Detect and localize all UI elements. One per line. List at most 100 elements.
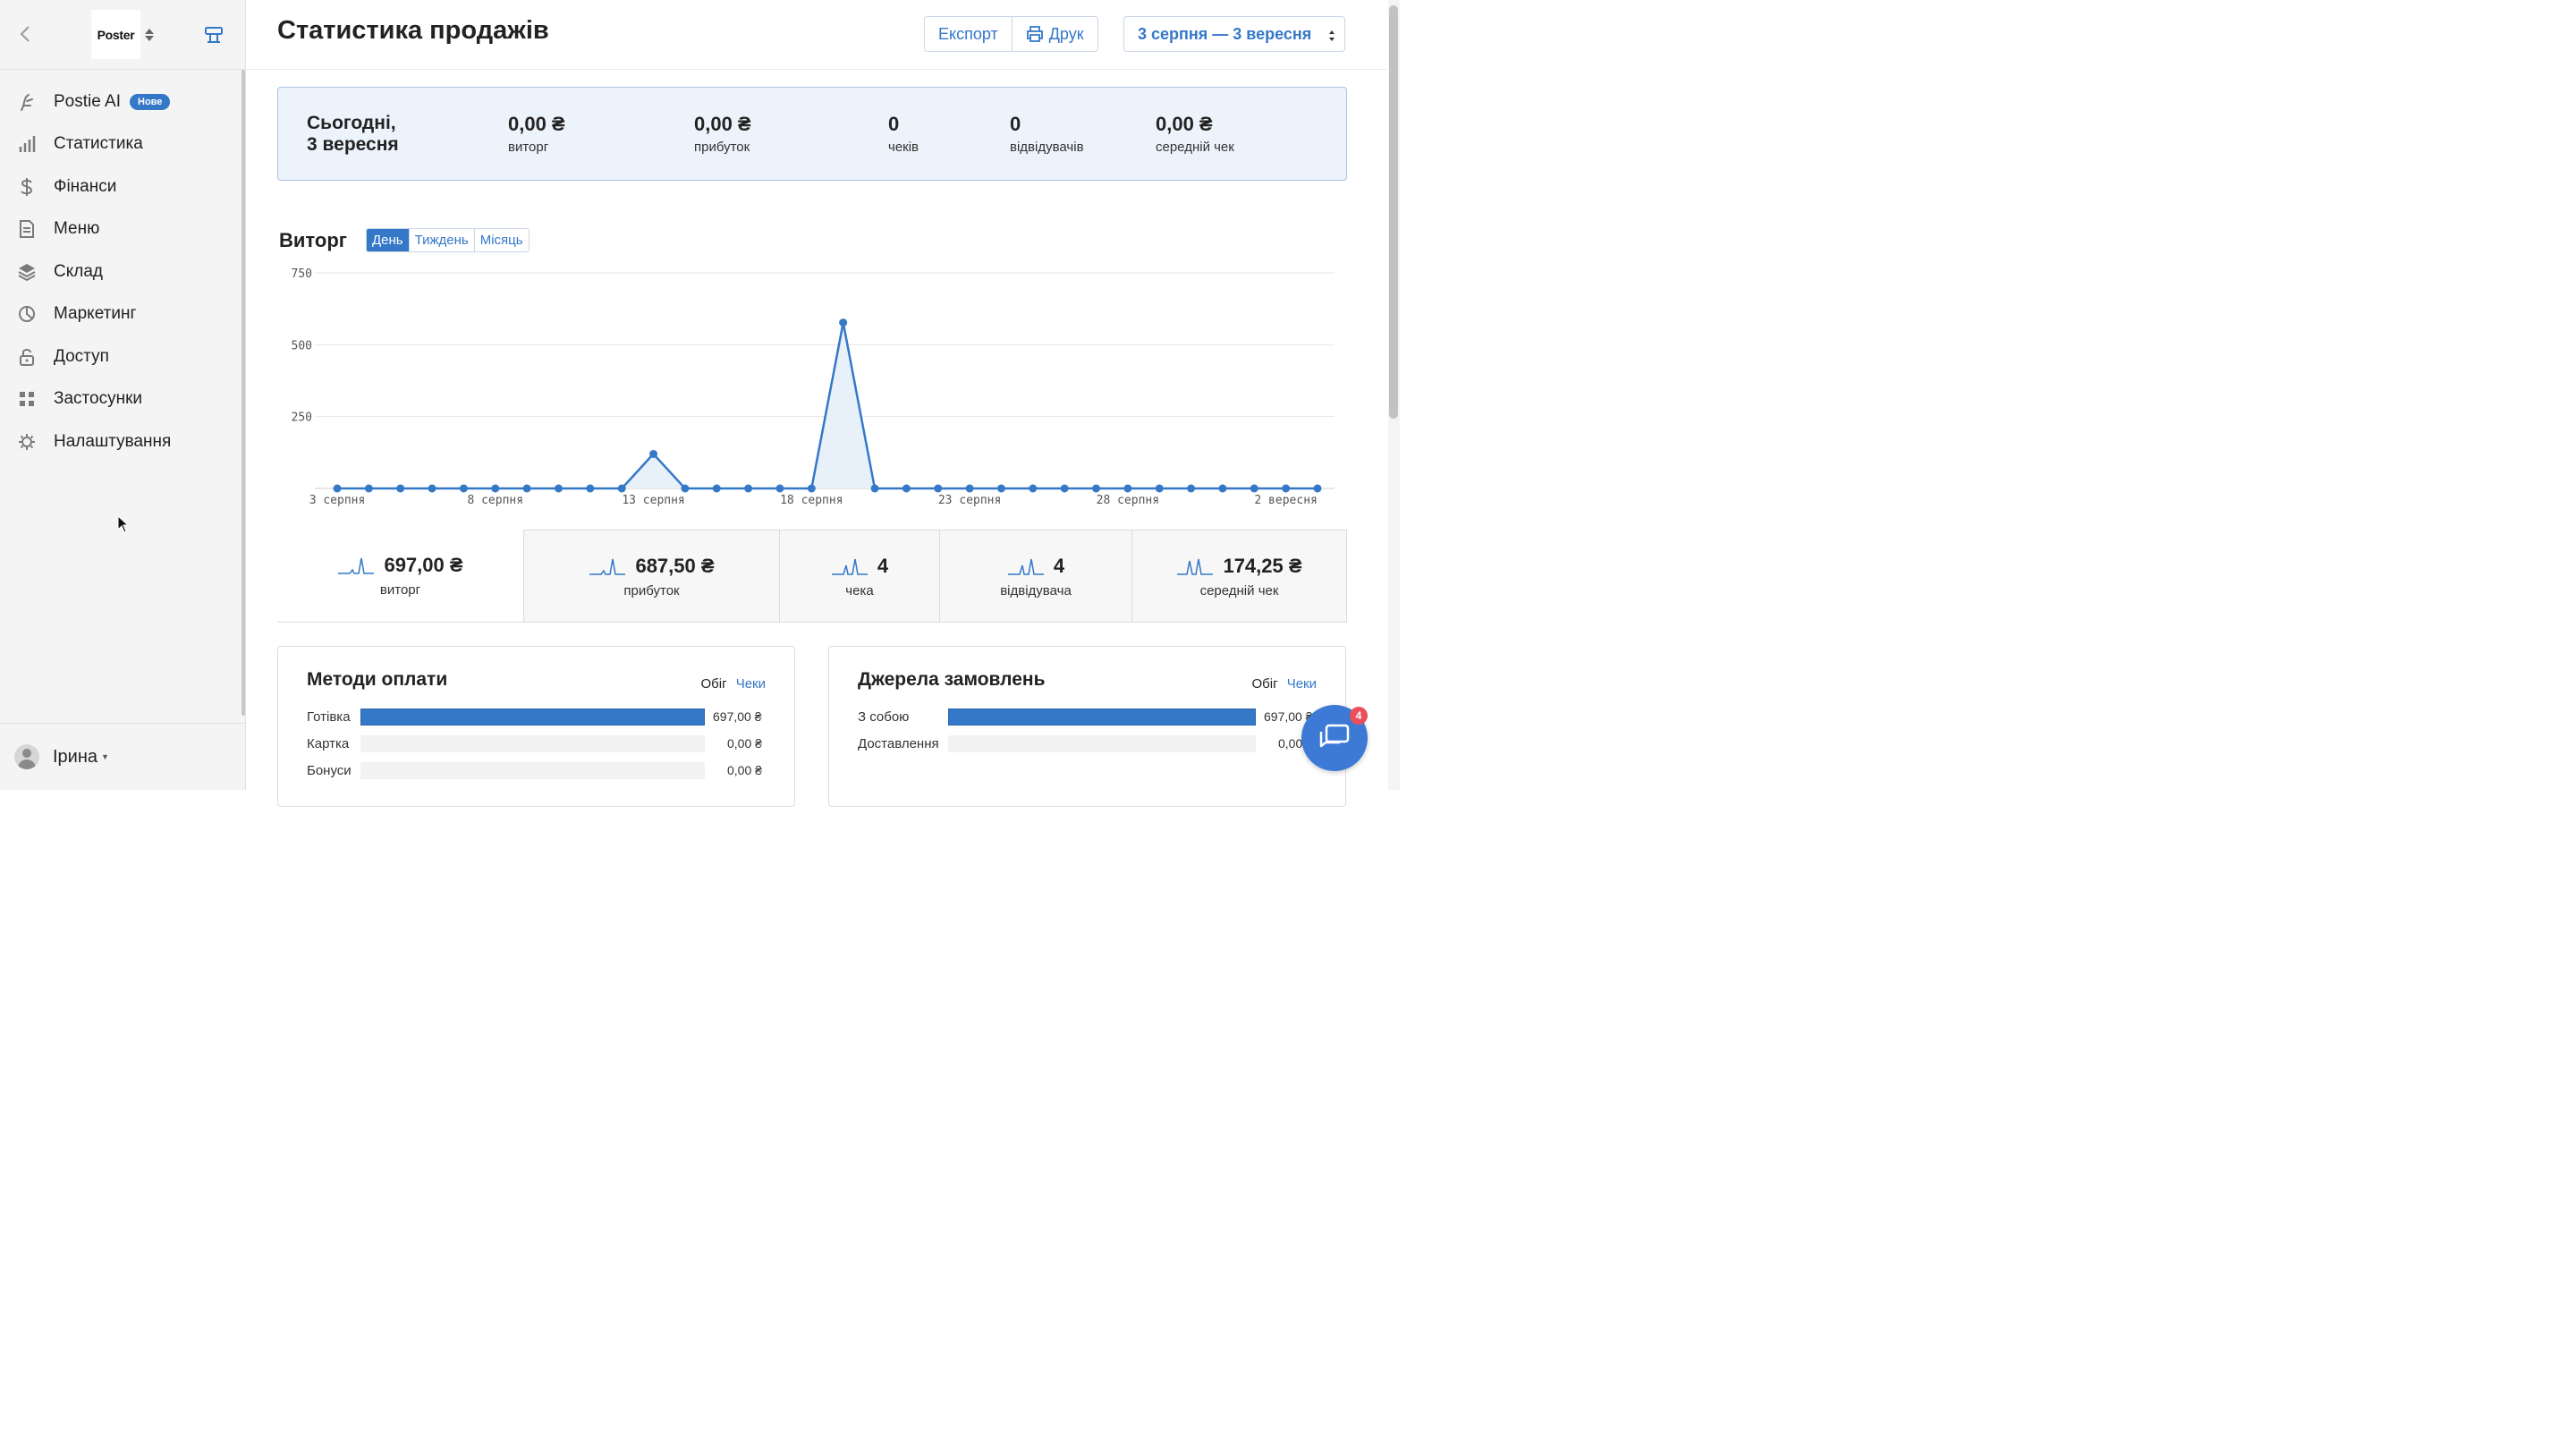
stat-value: 0,00 ₴ bbox=[1156, 113, 1213, 135]
data-point bbox=[1123, 484, 1132, 493]
switcher-arrows-icon[interactable] bbox=[144, 27, 155, 43]
export-button[interactable]: Експорт bbox=[925, 17, 1012, 51]
date-range-picker[interactable]: 3 серпня — 3 вересня bbox=[1123, 16, 1345, 52]
sidebar-item-label: Налаштування bbox=[54, 431, 172, 451]
row-name: Готівка bbox=[307, 709, 351, 725]
main-content: Статистика продажів Експорт Друк 3 серпн… bbox=[247, 0, 1386, 807]
sidebar-item-menu[interactable]: Меню bbox=[0, 208, 242, 251]
layers-icon bbox=[18, 262, 36, 282]
page-scrollbar[interactable] bbox=[1388, 0, 1400, 790]
data-point bbox=[902, 484, 911, 493]
tab-turnover[interactable]: Обіг bbox=[1251, 676, 1277, 692]
bar-fill bbox=[360, 708, 705, 726]
user-menu[interactable]: Ірина ▼ bbox=[0, 723, 246, 790]
panel-tabs: Обіг Чеки bbox=[700, 676, 766, 692]
today-title: Сьогодні, 3 вересня bbox=[307, 113, 399, 156]
tab-week[interactable]: Тиждень bbox=[408, 229, 474, 251]
gear-icon bbox=[18, 432, 36, 452]
summary-avg-check[interactable]: 174,25 ₴ середній чек bbox=[1132, 530, 1347, 623]
tab-checks[interactable]: Чеки bbox=[1287, 676, 1317, 692]
sidebar-scrollbar[interactable] bbox=[242, 70, 245, 716]
sidebar-item-apps[interactable]: Застосунки bbox=[0, 378, 242, 421]
sidebar-item-access[interactable]: Доступ bbox=[0, 335, 242, 378]
summary-value: 697,00 ₴ bbox=[384, 554, 463, 576]
data-point bbox=[554, 484, 563, 493]
summary-checks[interactable]: 4 чека bbox=[780, 530, 940, 623]
sidebar-item-label: Маркетинг bbox=[54, 304, 137, 324]
today-title-line1: Сьогодні, bbox=[307, 113, 396, 133]
caret-down-icon: ▼ bbox=[101, 752, 109, 761]
today-profit: 0,00 ₴ прибуток bbox=[694, 113, 751, 155]
period-toggle: День Тиждень Місяць bbox=[366, 228, 530, 252]
data-point bbox=[681, 484, 690, 493]
data-point bbox=[364, 484, 373, 493]
row-name: Бонуси bbox=[307, 762, 352, 778]
logo[interactable]: Poster bbox=[91, 10, 140, 59]
x-tick-label: 2 вересня bbox=[1254, 494, 1317, 507]
sparkline-icon bbox=[1007, 558, 1044, 575]
data-point bbox=[459, 484, 468, 493]
revenue-chart: 750 500 250 3 серпня 8 серпня 13 серпня 18 сер… bbox=[292, 267, 1335, 507]
data-point bbox=[1250, 484, 1258, 493]
summary-label: виторг bbox=[379, 582, 421, 598]
today-visitors: 0 відвідувачів bbox=[1010, 113, 1084, 155]
summary-label: чека bbox=[845, 582, 874, 598]
data-point bbox=[839, 318, 848, 327]
data-point bbox=[1282, 484, 1291, 493]
tab-checks[interactable]: Чеки bbox=[736, 676, 766, 692]
row-amount: 0,00 ₴ bbox=[727, 763, 762, 777]
sidebar-item-marketing[interactable]: Маркетинг bbox=[0, 293, 242, 336]
tab-month[interactable]: Місяць bbox=[473, 229, 529, 251]
bar-fill bbox=[948, 708, 1256, 726]
y-tick-label: 750 bbox=[292, 267, 312, 281]
sidebar: Poster Postie AI Нове Статистика Фінанси… bbox=[0, 0, 246, 790]
new-badge: Нове bbox=[130, 93, 171, 110]
data-point bbox=[1187, 484, 1196, 493]
summary-visitors[interactable]: 4 відвідувача bbox=[940, 530, 1132, 623]
data-point bbox=[586, 484, 595, 493]
stat-label: відвідувачів bbox=[1010, 140, 1084, 155]
grid-icon bbox=[18, 389, 36, 409]
sidebar-item-warehouse[interactable]: Склад bbox=[0, 250, 242, 293]
x-tick-label: 18 серпня bbox=[780, 494, 843, 507]
data-point bbox=[1092, 484, 1101, 493]
summary-value: 4 bbox=[1053, 554, 1065, 577]
x-tick-label: 13 серпня bbox=[622, 494, 684, 507]
sidebar-item-postie-ai[interactable]: Postie AI Нове bbox=[0, 81, 242, 123]
summary-profit[interactable]: 687,50 ₴ прибуток bbox=[523, 530, 780, 623]
sort-arrows-icon bbox=[1329, 30, 1335, 41]
sparkline-icon bbox=[831, 558, 868, 575]
print-button[interactable]: Друк bbox=[1011, 17, 1097, 51]
row-amount: 697,00 ₴ bbox=[713, 709, 762, 724]
sidebar-item-statistics[interactable]: Статистика bbox=[0, 123, 242, 166]
sparkline-icon bbox=[589, 558, 626, 575]
today-avg-check: 0,00 ₴ середній чек bbox=[1156, 113, 1234, 155]
sparkline-icon bbox=[338, 557, 375, 574]
data-point bbox=[1155, 484, 1164, 493]
scrollbar-thumb[interactable] bbox=[1389, 5, 1398, 419]
document-icon bbox=[18, 219, 36, 239]
bar-track bbox=[948, 734, 1256, 752]
y-tick-label: 250 bbox=[292, 412, 312, 425]
today-revenue: 0,00 ₴ виторг bbox=[508, 113, 565, 155]
pos-terminal-icon[interactable] bbox=[203, 24, 225, 46]
payment-row: Готівка 697,00 ₴ bbox=[307, 708, 762, 726]
data-point bbox=[1029, 484, 1038, 493]
data-point bbox=[649, 449, 658, 458]
sidebar-item-finance[interactable]: Фінанси bbox=[0, 165, 242, 208]
stat-value: 0,00 ₴ bbox=[694, 113, 751, 135]
data-point bbox=[1218, 484, 1227, 493]
sidebar-item-settings[interactable]: Налаштування bbox=[0, 420, 242, 463]
chevron-left-icon[interactable] bbox=[16, 23, 36, 45]
sidebar-item-label: Postie AI bbox=[54, 91, 121, 111]
chat-bubble-icon bbox=[1319, 724, 1350, 748]
tab-turnover[interactable]: Обіг bbox=[700, 676, 726, 692]
payment-methods-panel: Методи оплати Обіг Чеки Готівка 697,00 ₴… bbox=[277, 646, 795, 807]
export-print-group: Експорт Друк bbox=[924, 16, 1098, 52]
tab-day[interactable]: День bbox=[367, 229, 409, 251]
summary-revenue[interactable]: 697,00 ₴ виторг bbox=[277, 530, 523, 623]
ai-sparkle-icon bbox=[18, 92, 36, 112]
period-summary: 697,00 ₴ виторг 687,50 ₴ прибуток 4 чека… bbox=[277, 530, 1347, 623]
data-point bbox=[996, 484, 1005, 493]
stat-label: чеків bbox=[888, 140, 919, 155]
